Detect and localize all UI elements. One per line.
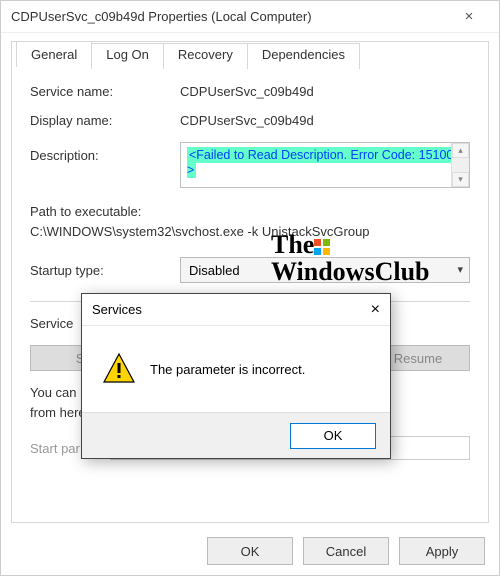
description-scrollbar[interactable]: ▴ ▾ (451, 143, 469, 187)
service-name-value: CDPUserSvc_c09b49d (180, 84, 314, 99)
warning-icon (102, 352, 136, 386)
description-box: <Failed to Read Description. Error Code:… (180, 142, 470, 188)
tab-strip: General Log On Recovery Dependencies (16, 41, 488, 67)
description-value: <Failed to Read Description. Error Code:… (187, 147, 453, 178)
cancel-button[interactable]: Cancel (303, 537, 389, 565)
tab-dependencies[interactable]: Dependencies (247, 43, 360, 69)
startup-type-value: Disabled (189, 263, 240, 278)
service-name-label: Service name: (30, 84, 180, 99)
chevron-down-icon: ▾ (457, 263, 463, 276)
windows-logo-icon (314, 233, 330, 249)
dialog-buttons: OK Cancel Apply (207, 537, 485, 565)
tab-logon[interactable]: Log On (91, 43, 164, 69)
path-label: Path to executable: (30, 202, 470, 222)
error-dialog: Services × The parameter is incorrect. O… (81, 293, 391, 459)
error-ok-button[interactable]: OK (290, 423, 376, 449)
error-title: Services (92, 302, 350, 317)
scroll-up-icon[interactable]: ▴ (452, 143, 469, 158)
window-title: CDPUserSvc_c09b49d Properties (Local Com… (11, 9, 449, 24)
apply-button[interactable]: Apply (399, 537, 485, 565)
startup-type-label: Startup type: (30, 263, 180, 278)
ok-button[interactable]: OK (207, 537, 293, 565)
titlebar: CDPUserSvc_c09b49d Properties (Local Com… (1, 1, 499, 33)
tab-general[interactable]: General (16, 41, 92, 67)
display-name-label: Display name: (30, 113, 180, 128)
close-icon[interactable]: × (449, 8, 489, 25)
description-label: Description: (30, 142, 180, 163)
error-close-icon[interactable]: × (350, 301, 380, 319)
error-titlebar: Services × (82, 294, 390, 326)
tab-recovery[interactable]: Recovery (163, 43, 248, 69)
display-name-value: CDPUserSvc_c09b49d (180, 113, 314, 128)
error-message: The parameter is incorrect. (150, 362, 305, 377)
scroll-down-icon[interactable]: ▾ (452, 172, 469, 187)
properties-window: CDPUserSvc_c09b49d Properties (Local Com… (0, 0, 500, 576)
watermark: The WindowsClub (271, 231, 430, 286)
